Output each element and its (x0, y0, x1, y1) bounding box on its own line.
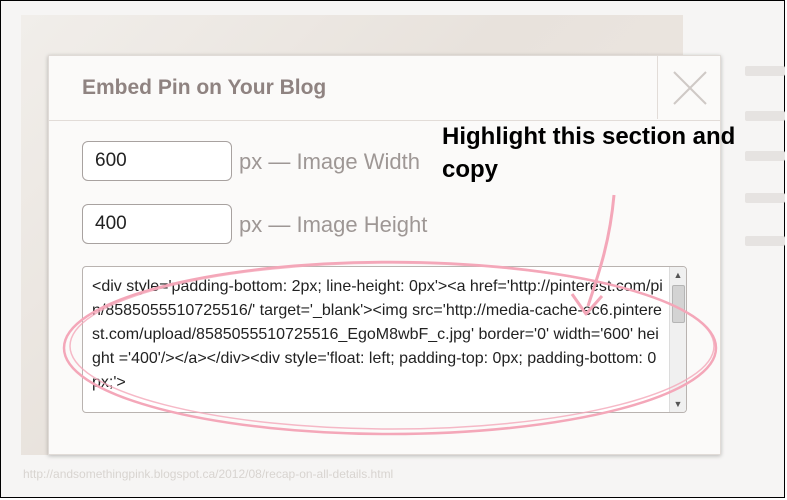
triangle-down-icon[interactable]: ▼ (670, 396, 686, 412)
image-width-input[interactable] (82, 141, 232, 181)
dialog-title: Embed Pin on Your Blog (82, 76, 327, 99)
embed-code-scrollbar[interactable]: ▲ ▼ (669, 267, 686, 412)
embed-code-text[interactable]: <div style='padding-bottom: 2px; line-he… (92, 275, 665, 395)
image-height-input[interactable] (82, 204, 232, 244)
embed-dialog: Embed Pin on Your Blog px — Image Width … (48, 55, 721, 455)
background-pin-url: http://andsomethingpink.blogspot.ca/2012… (23, 467, 394, 481)
dialog-header: Embed Pin on Your Blog (49, 56, 720, 121)
scrollbar-thumb[interactable] (672, 285, 685, 323)
embed-code-textarea[interactable]: <div style='padding-bottom: 2px; line-he… (82, 266, 687, 413)
image-height-label: px — Image Height (239, 212, 428, 237)
close-icon (673, 71, 707, 105)
triangle-up-icon[interactable]: ▲ (670, 267, 686, 283)
image-width-label: px — Image Width (239, 149, 420, 174)
close-button[interactable] (657, 56, 720, 119)
annotation-text: Highlight this section and copy (442, 123, 736, 183)
